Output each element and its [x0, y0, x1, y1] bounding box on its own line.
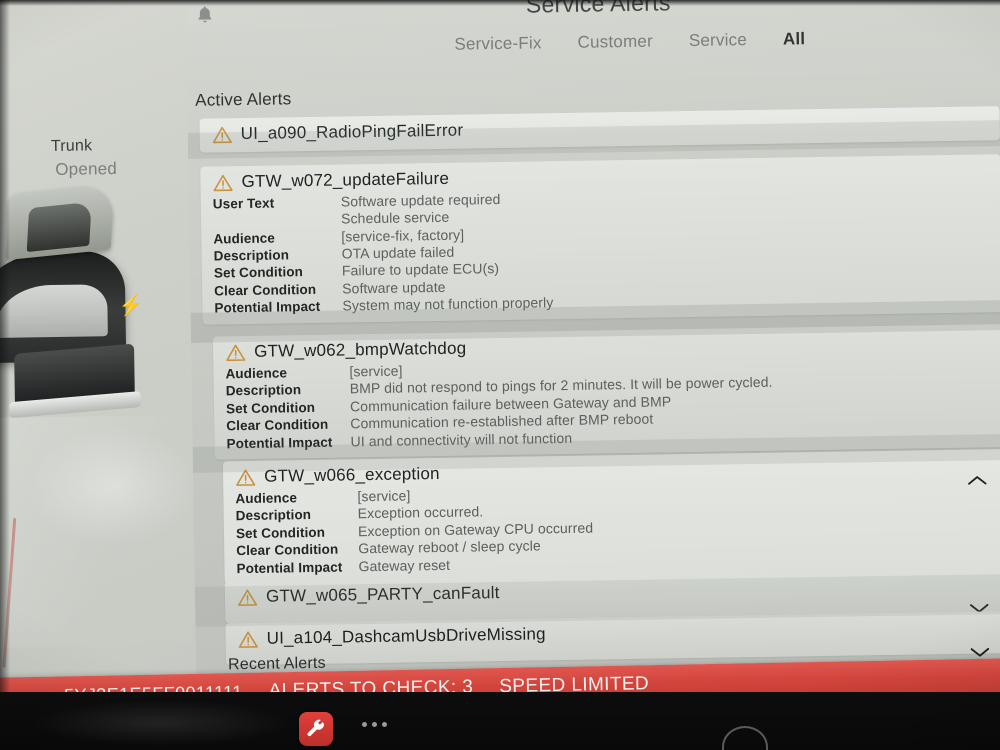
warning-triangle-icon	[212, 173, 233, 192]
detail-value: Exception occurred.	[357, 503, 484, 522]
detail-label: Description	[235, 507, 312, 524]
trunk-status: Trunk Opened	[51, 134, 117, 183]
alert-title: GTW_w065_PARTY_canFault	[265, 583, 500, 606]
detail-label	[213, 224, 341, 226]
tab-service[interactable]: Service	[689, 30, 747, 51]
warning-triangle-icon	[238, 629, 259, 648]
service-alerts-panel: Service Alerts Service-Fix Customer Serv…	[185, 0, 1000, 695]
detail-label: Clear Condition	[226, 417, 329, 434]
tab-customer[interactable]: Customer	[577, 32, 653, 53]
detail-label: Potential Impact	[214, 299, 321, 316]
alert-card-gtw-w066[interactable]: GTW_w066_exception Audience [service] De…	[222, 449, 1000, 585]
detail-label: Clear Condition	[214, 281, 317, 299]
detail-value: Failure to update ECU(s)	[341, 260, 500, 279]
warning-triangle-icon	[235, 467, 256, 486]
detail-value: Software update required	[340, 190, 501, 210]
reflection-artifact	[2, 517, 17, 668]
lightning-bolt-icon: ⚡	[118, 294, 144, 318]
detail-label: Audience	[213, 230, 276, 247]
detail-label: Potential Impact	[226, 434, 333, 452]
warning-triangle-icon	[225, 343, 246, 362]
detail-label: User Text	[212, 195, 275, 212]
tab-all[interactable]: All	[783, 29, 806, 49]
detail-value: Gateway reboot / sleep cycle	[358, 537, 541, 557]
screen-photograph: ⚡ Trunk Opened Service Alerts Service-Fi…	[0, 0, 1000, 750]
page-title: Service Alerts	[525, 0, 671, 18]
detail-label: Clear Condition	[236, 541, 339, 559]
more-dots-icon[interactable]	[362, 722, 387, 727]
detail-value: Schedule service	[340, 209, 450, 227]
alert-title: GTW_w062_bmpWatchdog	[253, 338, 467, 361]
tab-service-fix[interactable]: Service-Fix	[454, 33, 542, 54]
detail-label: Set Condition	[225, 399, 316, 417]
screen-glare	[0, 414, 197, 649]
detail-value: OTA update failed	[341, 243, 455, 262]
trunk-status-title: Trunk	[50, 137, 93, 156]
detail-value: Software update	[342, 278, 446, 297]
alert-filter-tabs: Service-Fix Customer Service All	[186, 26, 1000, 59]
detail-label: Audience	[235, 490, 298, 507]
chevron-down-icon[interactable]	[970, 645, 990, 657]
detail-value: [service]	[349, 362, 403, 380]
vehicle-touchscreen: ⚡ Trunk Opened Service Alerts Service-Fi…	[0, 0, 1000, 699]
detail-label: Description	[213, 247, 290, 264]
detail-label: Description	[225, 382, 302, 399]
vehicle-visualization-panel: ⚡ Trunk Opened	[0, 0, 197, 699]
warning-triangle-icon	[237, 587, 258, 606]
detail-value: Gateway reset	[358, 556, 451, 575]
section-heading-active-alerts: Active Alerts	[195, 89, 292, 110]
trunk-opening-graphic	[26, 201, 92, 253]
detail-label: Potential Impact	[236, 559, 343, 577]
wrench-icon[interactable]	[299, 712, 333, 746]
alert-details: User Text Software update required Sched…	[201, 182, 1000, 324]
taskbar	[0, 692, 1000, 750]
detail-label: Set Condition	[235, 524, 326, 542]
warning-triangle-icon	[212, 125, 233, 144]
detail-value: System may not function properly	[342, 294, 554, 314]
detail-label: Audience	[225, 365, 288, 382]
chevron-up-icon[interactable]	[967, 473, 987, 486]
alert-card-gtw-w072[interactable]: GTW_w072_updateFailure User Text Softwar…	[200, 154, 1000, 325]
alert-title: UI_a090_RadioPingFailError	[240, 120, 464, 144]
alerts-list[interactable]: Active Alerts UI_a090_RadioPingFailError	[187, 74, 1000, 687]
alert-details: Audience [service] Description Exception…	[223, 477, 1000, 585]
detail-label: Set Condition	[213, 264, 304, 281]
alert-details: Audience [service] Description BMP did n…	[213, 352, 1000, 460]
detail-value: UI and connectivity will not function	[350, 429, 573, 450]
detail-value: [service-fix, factory]	[341, 226, 465, 245]
alert-card-gtw-w062[interactable]: GTW_w062_bmpWatchdog Audience [service] …	[212, 324, 1000, 460]
alert-title: GTW_w066_exception	[263, 463, 440, 486]
trunk-status-state: Opened	[55, 159, 118, 180]
alert-title: GTW_w072_updateFailure	[241, 168, 450, 192]
alert-card-ui-a090[interactable]: UI_a090_RadioPingFailError	[199, 106, 1000, 153]
detail-value: [service]	[357, 487, 411, 505]
alert-title: UI_a104_DashcamUsbDriveMissing	[266, 624, 546, 648]
screen-glare-highlight	[27, 424, 197, 548]
